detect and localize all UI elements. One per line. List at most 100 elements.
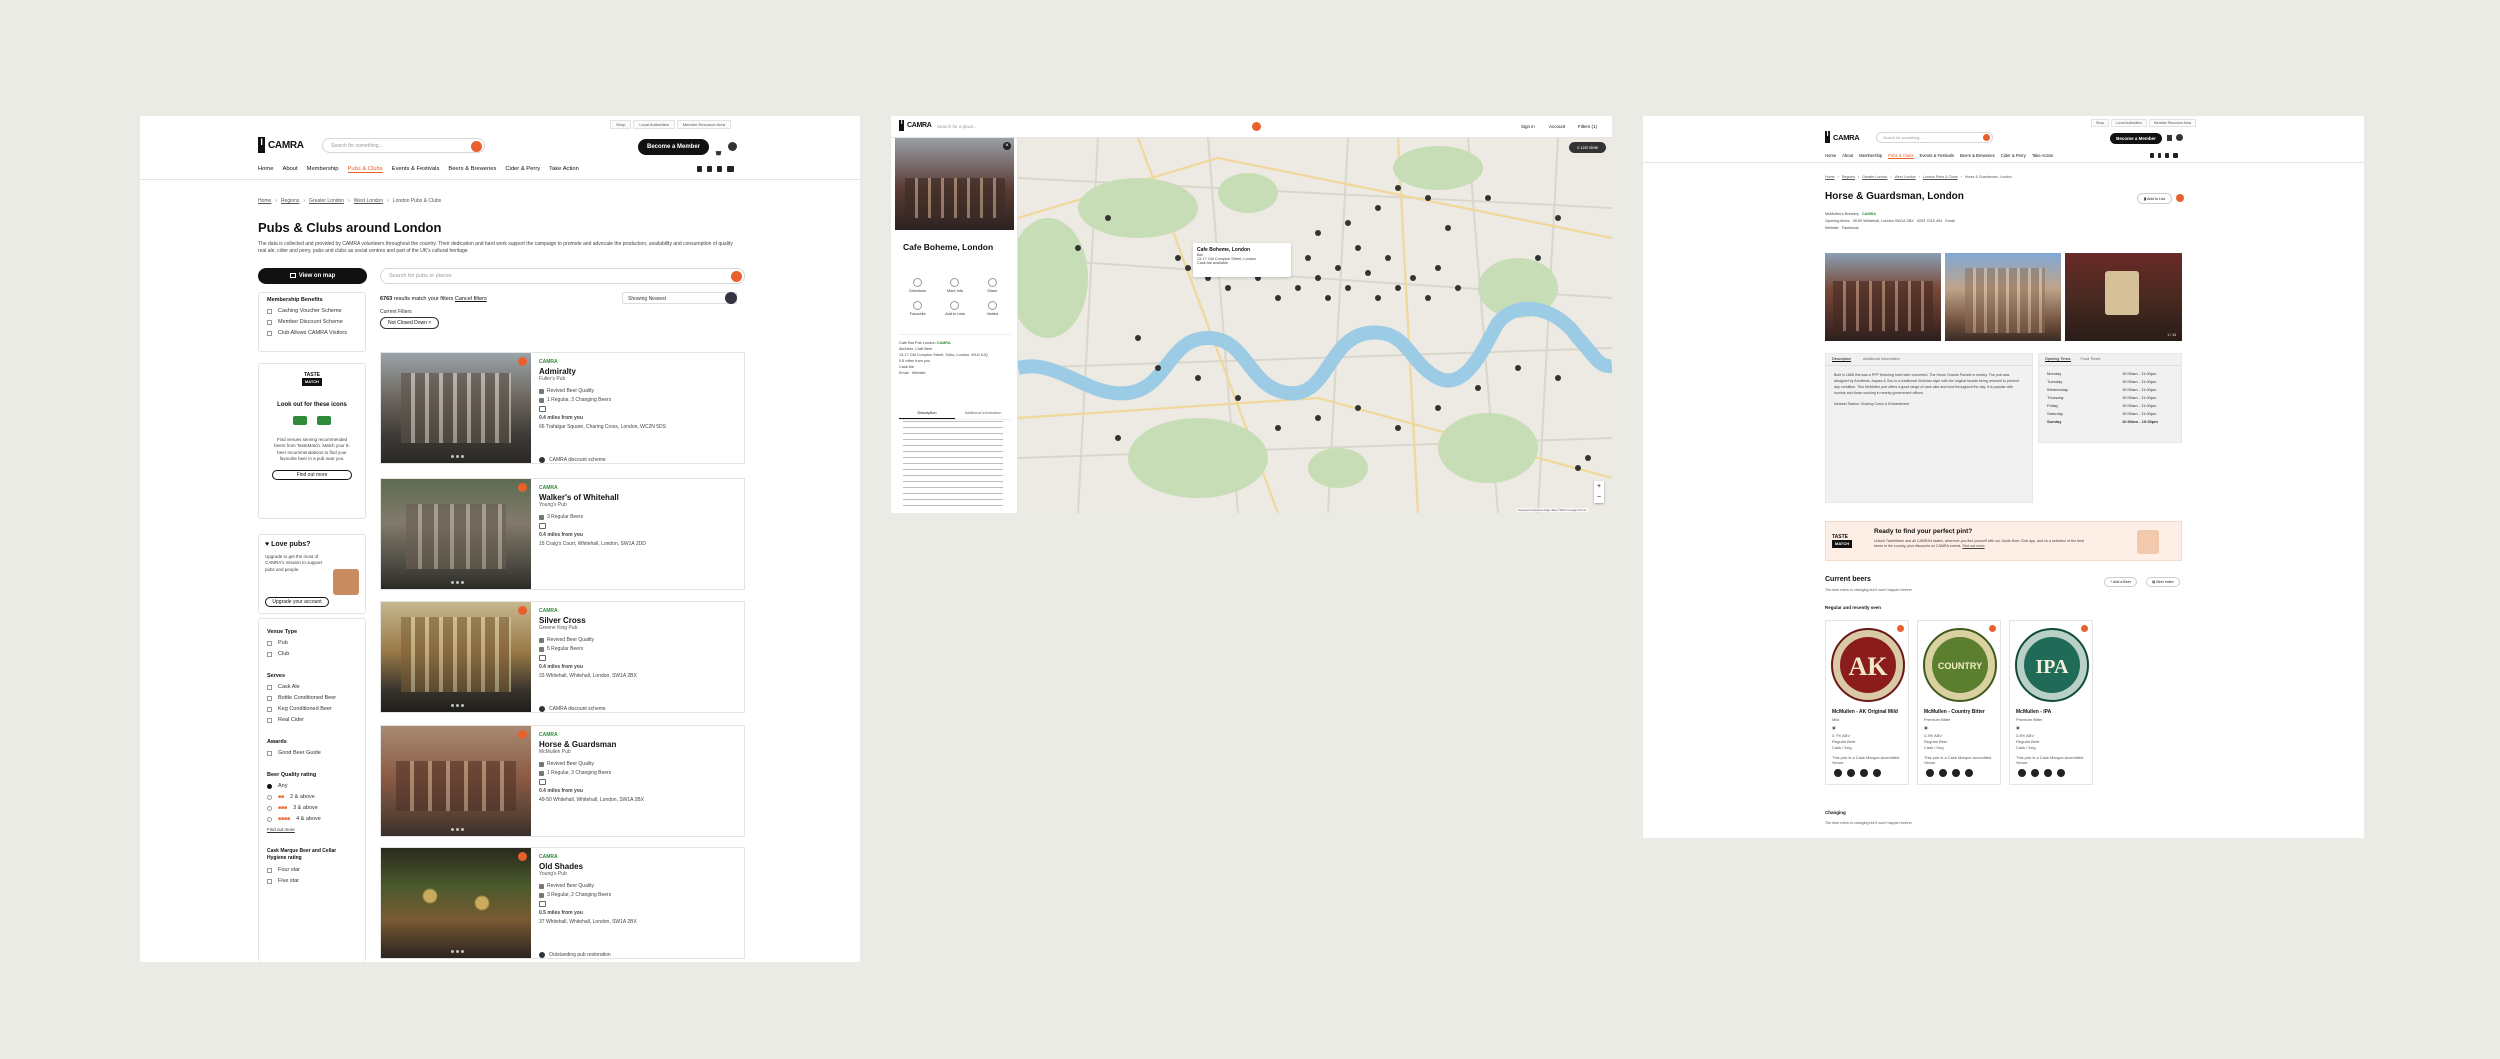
favourite-icon[interactable]: [518, 852, 527, 861]
facebook-icon[interactable]: [2150, 153, 2154, 158]
utility-link-local-authorities[interactable]: Local Authorities: [633, 120, 675, 129]
favourite-icon[interactable]: [518, 730, 527, 739]
nav-about[interactable]: About: [282, 166, 297, 173]
rating-radio[interactable]: Any: [267, 783, 357, 789]
pub-gallery-photo[interactable]: 1 / 14: [2065, 253, 2182, 341]
nav-pubs-clubs[interactable]: Pubs & Clubs: [347, 166, 383, 173]
add-to-list-button[interactable]: ▮ Add to List: [2137, 193, 2172, 204]
utility-link-member-resources[interactable]: Member Resource Area: [2148, 119, 2196, 127]
nav-home[interactable]: Home: [1825, 153, 1836, 159]
instagram-icon[interactable]: [717, 166, 722, 172]
tab-additional-info[interactable]: Additional Information: [1863, 357, 1900, 362]
search-icon[interactable]: [1252, 122, 1261, 131]
pub-result-card[interactable]: CAMRA Admiralty Fuller's Pub Revived Bee…: [380, 352, 745, 464]
account-link[interactable]: Account: [1549, 124, 1565, 129]
account-icon[interactable]: [728, 142, 737, 151]
rating-radio[interactable]: ■■ 2 & above: [267, 794, 357, 800]
pub-photo[interactable]: [381, 602, 531, 712]
favourite-icon[interactable]: [518, 357, 527, 366]
tab-description[interactable]: Description: [899, 408, 955, 419]
zoom-controls[interactable]: + −: [1594, 481, 1604, 503]
youtube-icon[interactable]: [727, 166, 734, 172]
site-search-input[interactable]: Search for something...: [322, 138, 485, 153]
become-member-button[interactable]: Become a Member: [2110, 133, 2162, 144]
rating-radio[interactable]: ■■■■ 4 & above: [267, 816, 357, 822]
nav-events[interactable]: Events & Festivals: [392, 166, 440, 173]
breadcrumb-regions[interactable]: Regions: [1842, 175, 1855, 179]
nav-take-action[interactable]: Take Action: [549, 166, 579, 173]
utility-link-member-resources[interactable]: Member Resource Area: [676, 120, 731, 129]
pub-photo[interactable]: [381, 479, 531, 589]
list-icon[interactable]: [1860, 769, 1868, 777]
filter-checkbox[interactable]: Keg Conditioned Beer: [267, 706, 357, 712]
beer-card[interactable]: COUNTRY McMullen - Country Bitter Premiu…: [1917, 620, 2001, 785]
favourite-icon[interactable]: [518, 483, 527, 492]
visited-button[interactable]: Visited: [974, 301, 1011, 316]
beer-card[interactable]: IPA McMullen - IPA Premium Bitter ▣ 3.8%…: [2009, 620, 2093, 785]
nav-about[interactable]: About: [1842, 153, 1853, 159]
nav-membership[interactable]: Membership: [1859, 153, 1882, 159]
map-popup[interactable]: Cafe Boheme, London Bar 13-17 Old Compto…: [1193, 243, 1291, 277]
pub-name[interactable]: Horse & Guardsman: [539, 740, 739, 749]
nav-home[interactable]: Home: [258, 166, 273, 173]
filter-checkbox[interactable]: Pub: [267, 640, 357, 646]
filter-checkbox[interactable]: Cask Ale: [267, 684, 357, 690]
add-beer-button[interactable]: + Add a Beer: [2104, 577, 2137, 587]
close-icon[interactable]: ×: [428, 320, 431, 326]
filter-checkbox[interactable]: Bottle Conditioned Beer: [267, 695, 357, 701]
become-member-button[interactable]: Become a Member: [638, 139, 709, 155]
sign-in-link[interactable]: Sign in: [1521, 124, 1535, 129]
favourite-icon[interactable]: [518, 606, 527, 615]
twitter-icon[interactable]: [2157, 153, 2161, 158]
website-link[interactable]: Website: [912, 371, 926, 375]
share-icon[interactable]: [1873, 769, 1881, 777]
share-icon[interactable]: [1965, 769, 1973, 777]
pub-name[interactable]: Silver Cross: [539, 616, 739, 625]
beer-index-button[interactable]: ▤ Beer Index: [2146, 577, 2180, 587]
pub-photo[interactable]: [381, 848, 531, 958]
pub-photo[interactable]: [381, 353, 531, 463]
thumb-icon[interactable]: [2018, 769, 2026, 777]
rating-radio[interactable]: ■■■ 3 & above: [267, 805, 357, 811]
filter-checkbox[interactable]: Real Cider: [267, 717, 357, 723]
pub-result-card[interactable]: CAMRA Walker's of Whitehall Young's Pub …: [380, 478, 745, 590]
facebook-link[interactable]: Facebook: [1842, 226, 1859, 230]
pub-name[interactable]: Walker's of Whitehall: [539, 493, 739, 502]
breadcrumb-home[interactable]: Home: [258, 198, 271, 204]
nav-beers[interactable]: Beers & Breweries: [448, 166, 496, 173]
email-link[interactable]: Email: [1945, 219, 1955, 223]
utility-link-local-authorities[interactable]: Local Authorities: [2111, 119, 2147, 127]
pub-result-card[interactable]: CAMRA Old Shades Young's Pub Revived Bee…: [380, 847, 745, 959]
utility-link-shop[interactable]: Shop: [2091, 119, 2110, 127]
breadcrumb-greater-london[interactable]: Greater London: [1862, 175, 1887, 179]
filters-button[interactable]: Filters (1): [1578, 124, 1597, 129]
close-icon[interactable]: ×: [1003, 142, 1011, 150]
filter-checkbox[interactable]: Club Allows CAMRA Visitors: [267, 330, 357, 336]
search-icon[interactable]: [1983, 134, 1990, 141]
upgrade-account-button[interactable]: Upgrade your account: [265, 597, 329, 607]
filter-checkbox[interactable]: Member Discount Scheme: [267, 319, 357, 325]
rating-info-link[interactable]: Find out more: [267, 827, 357, 832]
filter-checkbox[interactable]: Club: [267, 651, 357, 657]
pub-gallery-photo[interactable]: [1825, 253, 1941, 341]
tab-food-times[interactable]: Food Times: [2081, 357, 2101, 362]
youtube-icon[interactable]: [2172, 153, 2178, 158]
filter-checkbox[interactable]: Cashing Voucher Scheme: [267, 308, 357, 314]
breadcrumb-west-london[interactable]: West London: [354, 198, 383, 204]
banner-link[interactable]: Find out more: [1962, 544, 1984, 548]
share-icon[interactable]: [2057, 769, 2065, 777]
nav-events[interactable]: Events & Festivals: [1920, 153, 1954, 159]
account-icon[interactable]: [2176, 134, 2183, 141]
email-link[interactable]: Email: [899, 371, 909, 375]
list-icon[interactable]: [1952, 769, 1960, 777]
pub-search-input[interactable]: Search for pubs or places: [380, 268, 745, 284]
star-icon[interactable]: [1847, 769, 1855, 777]
breadcrumb-regions[interactable]: Regions: [281, 198, 299, 204]
beer-card[interactable]: AK McMullen - AK Original Mild Mild ▣ 3.…: [1825, 620, 1909, 785]
pub-gallery-photo[interactable]: [1945, 253, 2061, 341]
filter-checkbox[interactable]: Four star: [267, 867, 357, 873]
thumb-icon[interactable]: [1926, 769, 1934, 777]
thumb-icon[interactable]: [1834, 769, 1842, 777]
breadcrumb-greater-london[interactable]: Greater London: [309, 198, 344, 204]
nav-take-action[interactable]: Take Action: [2032, 153, 2053, 159]
